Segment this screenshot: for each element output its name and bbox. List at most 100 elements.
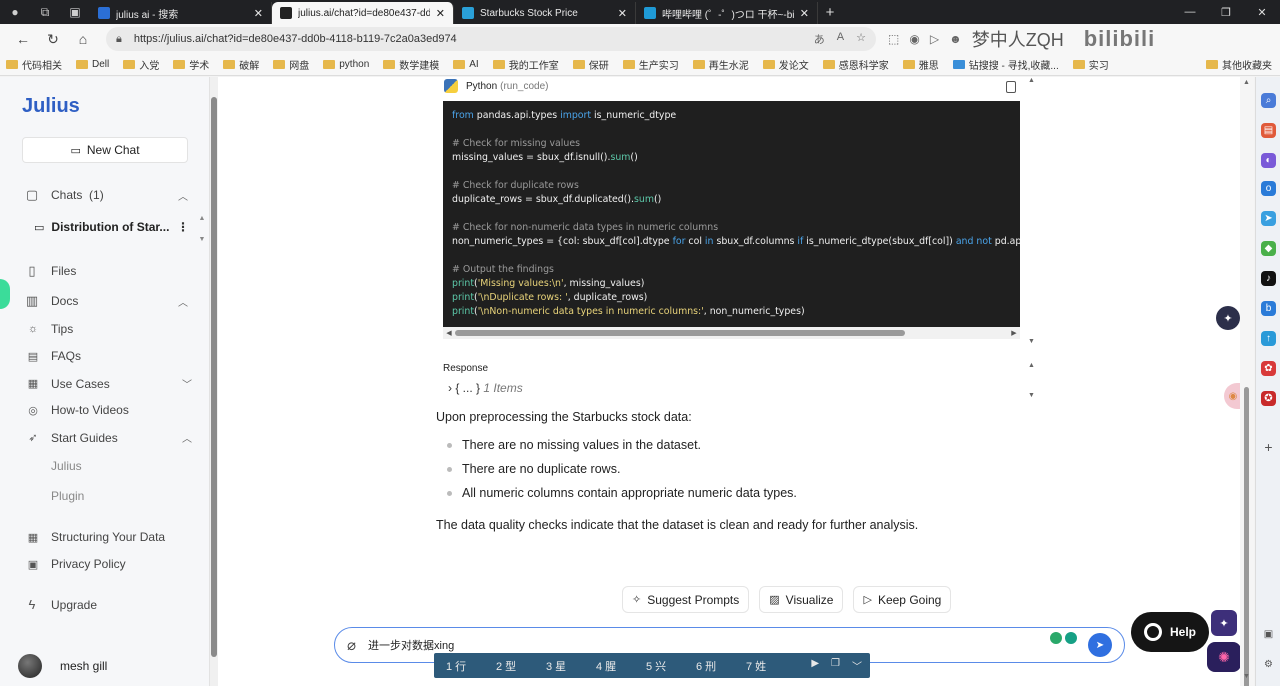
tab-bilibili[interactable]: 哔哩哔哩 (゜-゜)つロ 干杯~-bili ✕ bbox=[636, 2, 818, 24]
grammar-icon[interactable] bbox=[1050, 632, 1062, 644]
bookmark-folder[interactable]: Dell bbox=[76, 59, 109, 70]
visualize-button[interactable]: ▨ Visualize bbox=[759, 586, 844, 613]
scroll-up-icon[interactable]: ▲ bbox=[1243, 79, 1250, 86]
guide-plugin[interactable]: Plugin bbox=[51, 489, 217, 503]
bookmark-folder[interactable]: 雅思 bbox=[902, 57, 939, 72]
code-horizontal-scrollbar[interactable]: ◀ ▶ bbox=[443, 327, 1020, 339]
sidebar-item-privacy[interactable]: ▣ Privacy Policy bbox=[26, 557, 192, 571]
bing-icon[interactable]: b bbox=[1261, 301, 1276, 316]
send-icon[interactable]: ➤ bbox=[1261, 211, 1276, 226]
edge-tab[interactable] bbox=[0, 279, 10, 309]
chat-entry[interactable]: ▭ Distribution of Star... ⋮ bbox=[34, 220, 189, 234]
scroll-left-icon[interactable]: ◀ bbox=[443, 329, 455, 337]
url-field[interactable]: 🔒︎ https://julius.ai/chat?id=de80e437-dd… bbox=[106, 27, 876, 51]
new-tab-button[interactable]: + bbox=[818, 4, 842, 21]
ime-candidate[interactable]: 1 行 bbox=[446, 658, 496, 674]
chats-section[interactable]: ▢ Chats (1) ︿ bbox=[22, 187, 188, 203]
add-icon[interactable]: + bbox=[1261, 439, 1276, 455]
suggest-prompts-button[interactable]: ✧ Suggest Prompts bbox=[622, 586, 750, 613]
ime-candidate[interactable]: 6 刑 bbox=[696, 658, 746, 674]
app-icon[interactable]: ✪ bbox=[1261, 391, 1276, 406]
extension-icon[interactable]: ▷ bbox=[930, 32, 939, 46]
sidebar-item-docs[interactable]: ▥ Docs ︿ bbox=[22, 293, 188, 309]
tab-actions-icon[interactable]: ▣ bbox=[60, 0, 90, 24]
tab-starbucks[interactable]: Starbucks Stock Price ✕ bbox=[454, 2, 636, 24]
scroll-down-icon[interactable]: ▼ bbox=[1243, 673, 1250, 680]
workspaces-icon[interactable]: ⧉ bbox=[30, 0, 60, 24]
bookmark-folder[interactable]: 破解 bbox=[223, 57, 259, 72]
sidebar-item-structuring[interactable]: ▦ Structuring Your Data bbox=[26, 530, 192, 544]
guide-julius[interactable]: Julius bbox=[51, 459, 217, 473]
bookmark-folder[interactable]: 再生水泥 bbox=[692, 57, 749, 72]
settings-icon[interactable]: ⚙ bbox=[1261, 657, 1276, 672]
help-button[interactable]: Help bbox=[1131, 612, 1209, 652]
ime-candidate[interactable]: 5 兴 bbox=[646, 658, 696, 674]
scroll-down-icon[interactable]: ▼ bbox=[1028, 338, 1035, 345]
copilot-sparkle-button[interactable]: ✦ bbox=[1216, 306, 1240, 330]
assistant-extension-button[interactable]: ✦ bbox=[1211, 610, 1237, 636]
extension-icon[interactable]: ☻ bbox=[949, 32, 962, 46]
app-icon[interactable]: ✿ bbox=[1261, 361, 1276, 376]
bookmark-folder[interactable]: 数学建模 bbox=[383, 57, 439, 72]
copy-icon[interactable]: ❐ bbox=[831, 658, 840, 673]
bookmark-folder[interactable]: 我的工作室 bbox=[492, 57, 559, 72]
sidebar-scrollbar[interactable] bbox=[210, 77, 218, 686]
profile-avatar[interactable]: ● bbox=[0, 0, 30, 24]
bookmark-folder[interactable]: AI bbox=[453, 59, 479, 70]
tab-julius-search[interactable]: julius ai - 搜索 ✕ bbox=[90, 2, 272, 24]
new-chat-button[interactable]: ▭ New Chat bbox=[22, 137, 188, 163]
response-json-toggle[interactable]: › { ... } 1 Items bbox=[448, 381, 523, 395]
home-icon[interactable]: ⌂ bbox=[68, 31, 98, 47]
restore-icon[interactable]: ❐ bbox=[1208, 6, 1244, 19]
close-icon[interactable]: ✕ bbox=[618, 7, 627, 20]
bookmark-folder[interactable]: 保研 bbox=[572, 57, 609, 72]
refresh-icon[interactable]: ↻ bbox=[38, 31, 68, 48]
sidebar-item-tips[interactable]: ☼ Tips bbox=[26, 322, 192, 336]
julius-logo[interactable]: Julius bbox=[22, 95, 80, 118]
read-aloud-icon[interactable]: A bbox=[837, 31, 844, 47]
sidebar-item-how-to[interactable]: ◎ How-to Videos bbox=[26, 403, 192, 417]
extension-icon[interactable]: ⬚ bbox=[888, 32, 899, 46]
translate-icon[interactable]: あ bbox=[814, 31, 825, 47]
bookmark-folder[interactable]: 入党 bbox=[123, 57, 159, 72]
main-scrollbar[interactable]: ▲ ▼ bbox=[1240, 77, 1254, 686]
next-page-icon[interactable]: ▶ bbox=[811, 658, 819, 673]
bookmark-folder[interactable]: 实习 bbox=[1072, 57, 1109, 72]
close-window-icon[interactable]: ✕ bbox=[1244, 6, 1280, 19]
panel-icon[interactable]: ▣ bbox=[1261, 627, 1276, 642]
scroll-right-icon[interactable]: ▶ bbox=[1008, 329, 1020, 337]
copilot-icon[interactable]: ◐ bbox=[1261, 153, 1276, 168]
copy-icon[interactable] bbox=[1006, 81, 1016, 93]
chevron-up-icon[interactable]: ︿ bbox=[178, 294, 188, 309]
ime-candidate[interactable]: 4 腥 bbox=[596, 658, 646, 674]
close-icon[interactable]: ✕ bbox=[436, 7, 445, 20]
chats-scrollbar[interactable]: ▲ ▼ bbox=[198, 215, 206, 249]
tiktok-icon[interactable]: ♪ bbox=[1261, 271, 1276, 286]
scroll-up-icon[interactable]: ▲ bbox=[1028, 362, 1035, 369]
scroll-thumb[interactable] bbox=[1244, 387, 1249, 686]
extension-icon[interactable]: ◉ bbox=[909, 32, 919, 46]
minimize-icon[interactable]: — bbox=[1172, 6, 1208, 19]
bookmark-folder[interactable]: 网盘 bbox=[273, 57, 309, 72]
scroll-thumb[interactable] bbox=[455, 330, 905, 336]
close-icon[interactable]: ✕ bbox=[254, 7, 263, 20]
outlook-icon[interactable]: o bbox=[1261, 181, 1276, 196]
send-button[interactable]: ➤ bbox=[1088, 633, 1112, 657]
attach-icon[interactable]: ⌀ bbox=[347, 636, 356, 654]
ime-candidate[interactable]: 7 姓 bbox=[746, 658, 796, 674]
back-icon[interactable]: ← bbox=[8, 31, 38, 47]
scroll-up-icon[interactable]: ▲ bbox=[1028, 77, 1035, 84]
bookmark-folder[interactable]: 感恩科学家 bbox=[822, 57, 889, 72]
game-icon[interactable]: ◆ bbox=[1261, 241, 1276, 256]
sidebar-item-faqs[interactable]: ▤ FAQs bbox=[26, 349, 192, 363]
bookmark-folder[interactable]: 生产实习 bbox=[622, 57, 679, 72]
grammar-icon[interactable] bbox=[1065, 632, 1077, 644]
sidebar-item-upgrade[interactable]: ϟ Upgrade bbox=[22, 597, 188, 612]
sidebar-item-use-cases[interactable]: ▦ Use Cases ﹀ bbox=[26, 376, 192, 392]
scroll-thumb[interactable] bbox=[211, 97, 217, 657]
chevron-up-icon[interactable]: ︿ bbox=[182, 430, 192, 445]
bookmark-folder[interactable]: 发论文 bbox=[762, 57, 809, 72]
pin-icon[interactable]: ↑ bbox=[1261, 331, 1276, 346]
chevron-up-icon[interactable]: ︿ bbox=[178, 188, 188, 203]
ime-candidate[interactable]: 2 型 bbox=[496, 658, 546, 674]
